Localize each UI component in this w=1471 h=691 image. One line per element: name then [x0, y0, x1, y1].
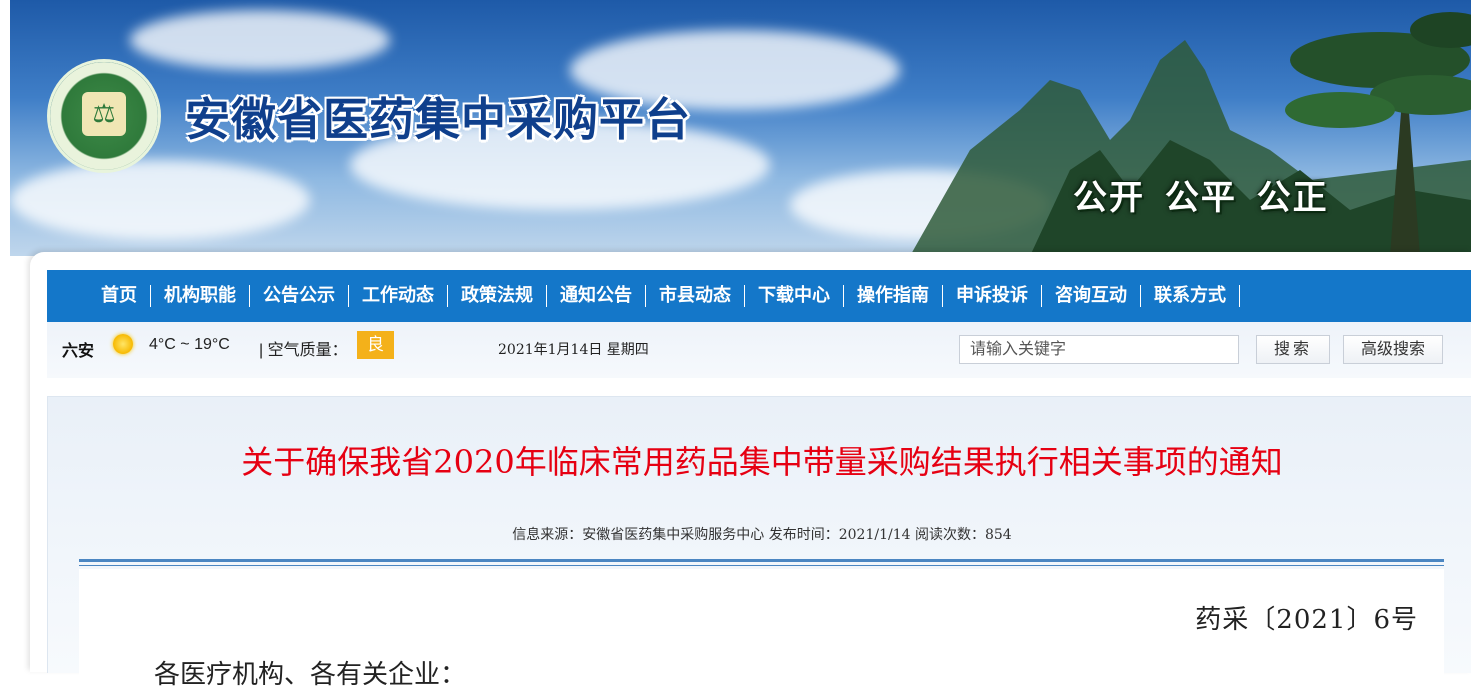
current-date: 2021年1月14日 星期四: [498, 342, 649, 358]
title-divider: [79, 559, 1444, 562]
nav-work-news[interactable]: 工作动态: [349, 285, 448, 307]
nav-notices[interactable]: 通知公告: [547, 285, 646, 307]
nav-home[interactable]: 首页: [89, 285, 151, 307]
site-title: 安徽省医药集中采购平台: [185, 93, 692, 146]
nav-city-county-news[interactable]: 市县动态: [646, 285, 745, 307]
nav-downloads[interactable]: 下载中心: [745, 285, 844, 307]
nav-consultation[interactable]: 咨询互动: [1042, 285, 1141, 307]
nav-contact[interactable]: 联系方式: [1141, 285, 1240, 307]
article: 关于确保我省2020年临床常用药品集中带量采购结果执行相关事项的通知 信息来源：…: [47, 396, 1471, 690]
main-nav: 首页 机构职能 公告公示 工作动态 政策法规 通知公告 市县动态 下载中心 操作…: [47, 270, 1471, 322]
nav-policies[interactable]: 政策法规: [448, 285, 547, 307]
weather-temperature: 4°C ~ 19°C: [149, 336, 230, 353]
search-button[interactable]: 搜索: [1256, 335, 1330, 364]
document-number: 药采〔2021〕6号: [1195, 605, 1418, 635]
article-body: 药采〔2021〕6号 各医疗机构、各有关企业：: [79, 569, 1444, 690]
air-quality-label: | 空气质量：: [259, 342, 348, 359]
info-bar: 六安 4°C ~ 19°C | 空气质量： 良 2021年1月14日 星期四 搜…: [47, 322, 1471, 378]
site-slogan: 公开 公平 公正: [1073, 178, 1329, 218]
article-salutation: 各医疗机构、各有关企业：: [154, 660, 467, 690]
scales-icon: ⚖: [82, 92, 126, 136]
air-quality-badge: 良: [357, 331, 394, 359]
article-title: 关于确保我省2020年临床常用药品集中带量采购结果执行相关事项的通知: [241, 443, 1283, 481]
nav-guides[interactable]: 操作指南: [844, 285, 943, 307]
weather-city: 六安: [62, 343, 95, 360]
article-meta: 信息来源：安徽省医药集中采购服务中心 发布时间：2021/1/14 阅读次数：8…: [512, 527, 1012, 543]
nav-announcements[interactable]: 公告公示: [250, 285, 349, 307]
advanced-search-button[interactable]: 高级搜索: [1343, 335, 1443, 364]
site-banner: ⚖ 安徽省医药集中采购平台 公开 公平 公正: [10, 0, 1471, 256]
search-input[interactable]: [959, 335, 1239, 364]
site-logo[interactable]: ⚖: [50, 62, 158, 170]
nav-complaints[interactable]: 申诉投诉: [943, 285, 1042, 307]
nav-institution-functions[interactable]: 机构职能: [151, 285, 250, 307]
sun-icon: [113, 334, 133, 354]
title-divider-thin: [79, 565, 1444, 566]
